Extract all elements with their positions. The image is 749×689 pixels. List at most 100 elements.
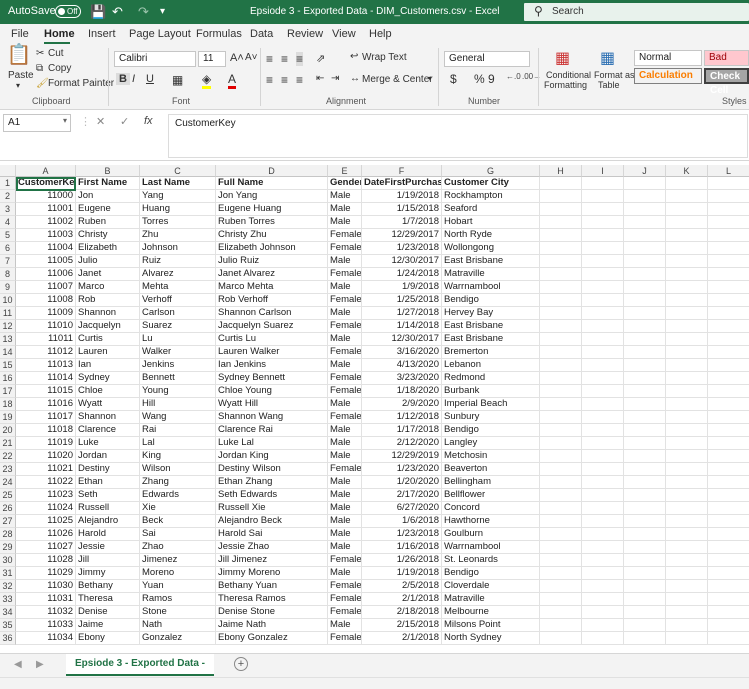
table-cell[interactable]: 11018 <box>16 424 76 437</box>
empty-cell[interactable] <box>708 437 749 450</box>
table-cell[interactable]: 2/1/2018 <box>362 632 442 645</box>
empty-cell[interactable] <box>582 203 624 216</box>
table-cell[interactable]: 12/29/2017 <box>362 229 442 242</box>
table-cell[interactable]: 3/16/2020 <box>362 346 442 359</box>
empty-cell[interactable] <box>666 450 708 463</box>
empty-cell[interactable] <box>708 619 749 632</box>
empty-cell[interactable] <box>540 346 582 359</box>
merge-center-icon[interactable]: ↔ <box>350 73 360 84</box>
table-cell[interactable]: Destiny <box>76 463 140 476</box>
table-cell[interactable]: Jessie Zhao <box>216 541 328 554</box>
empty-cell[interactable] <box>582 229 624 242</box>
empty-cell[interactable] <box>666 359 708 372</box>
table-cell[interactable]: Rob Verhoff <box>216 294 328 307</box>
empty-cell[interactable] <box>540 463 582 476</box>
empty-cell[interactable] <box>582 463 624 476</box>
table-cell[interactable]: Burbank <box>442 385 540 398</box>
table-cell[interactable]: Seth <box>76 489 140 502</box>
table-cell[interactable]: Female <box>328 372 362 385</box>
table-cell[interactable]: Jaime <box>76 619 140 632</box>
table-cell[interactable]: 3/23/2020 <box>362 372 442 385</box>
empty-cell[interactable] <box>624 333 666 346</box>
increase-decimal-icon[interactable]: ←.0 <box>506 72 521 81</box>
undo-icon[interactable]: ↶ <box>112 3 123 20</box>
row-header[interactable]: 1 <box>0 177 16 190</box>
table-cell[interactable]: Luke Lal <box>216 437 328 450</box>
table-cell[interactable]: Torres <box>140 216 216 229</box>
empty-cell[interactable] <box>582 632 624 645</box>
table-cell[interactable]: Seth Edwards <box>216 489 328 502</box>
row-header[interactable]: 2 <box>0 190 16 203</box>
header-cell[interactable]: Last Name <box>140 177 216 190</box>
table-cell[interactable]: 11002 <box>16 216 76 229</box>
table-cell[interactable]: 11005 <box>16 255 76 268</box>
empty-cell[interactable] <box>708 190 749 203</box>
insert-function-button[interactable]: fx <box>144 115 153 127</box>
table-cell[interactable]: Jill <box>76 554 140 567</box>
align-right-icon[interactable]: ≡ <box>296 73 303 87</box>
empty-cell[interactable] <box>582 333 624 346</box>
empty-cell[interactable] <box>624 242 666 255</box>
empty-cell[interactable] <box>582 307 624 320</box>
empty-cell[interactable] <box>666 463 708 476</box>
table-cell[interactable]: Shannon Carlson <box>216 307 328 320</box>
table-cell[interactable]: 11011 <box>16 333 76 346</box>
table-cell[interactable]: Male <box>328 437 362 450</box>
table-cell[interactable]: Female <box>328 268 362 281</box>
empty-cell[interactable] <box>582 580 624 593</box>
column-header[interactable]: F <box>362 165 442 177</box>
table-cell[interactable]: Male <box>328 424 362 437</box>
table-cell[interactable]: Theresa Ramos <box>216 593 328 606</box>
table-cell[interactable]: Hawthorne <box>442 515 540 528</box>
empty-cell[interactable] <box>708 229 749 242</box>
table-cell[interactable]: 11006 <box>16 268 76 281</box>
empty-cell[interactable] <box>540 619 582 632</box>
empty-cell[interactable] <box>624 619 666 632</box>
row-header[interactable]: 28 <box>0 528 16 541</box>
table-cell[interactable]: Destiny Wilson <box>216 463 328 476</box>
table-cell[interactable]: Concord <box>442 502 540 515</box>
empty-cell[interactable] <box>582 619 624 632</box>
table-cell[interactable]: Bethany Yuan <box>216 580 328 593</box>
table-cell[interactable]: 1/17/2018 <box>362 424 442 437</box>
table-cell[interactable]: 11007 <box>16 281 76 294</box>
tab-page-layout[interactable]: Page Layout <box>129 28 191 40</box>
empty-cell[interactable] <box>708 333 749 346</box>
row-header[interactable]: 26 <box>0 502 16 515</box>
empty-cell[interactable] <box>708 632 749 645</box>
table-cell[interactable]: Jordan <box>76 450 140 463</box>
table-cell[interactable]: 11008 <box>16 294 76 307</box>
table-cell[interactable]: Bremerton <box>442 346 540 359</box>
wrap-text-icon[interactable]: ↩ <box>350 51 358 62</box>
table-cell[interactable]: 12/30/2017 <box>362 255 442 268</box>
row-header[interactable]: 14 <box>0 346 16 359</box>
table-cell[interactable]: 11013 <box>16 359 76 372</box>
empty-cell[interactable] <box>540 424 582 437</box>
empty-cell[interactable] <box>666 619 708 632</box>
number-format-select[interactable]: General <box>444 51 530 67</box>
table-cell[interactable]: East Brisbane <box>442 320 540 333</box>
table-cell[interactable]: Hervey Bay <box>442 307 540 320</box>
empty-cell[interactable] <box>624 580 666 593</box>
table-cell[interactable]: Lauren <box>76 346 140 359</box>
table-cell[interactable]: Male <box>328 567 362 580</box>
column-header[interactable]: G <box>442 165 540 177</box>
table-cell[interactable]: Lebanon <box>442 359 540 372</box>
cut-button[interactable]: Cut <box>48 48 64 59</box>
empty-cell[interactable] <box>666 541 708 554</box>
empty-cell[interactable] <box>582 489 624 502</box>
empty-cell[interactable] <box>540 515 582 528</box>
comma-button[interactable]: 9 <box>488 72 495 86</box>
empty-cell[interactable] <box>666 528 708 541</box>
table-cell[interactable]: Wollongong <box>442 242 540 255</box>
empty-cell[interactable] <box>582 372 624 385</box>
table-cell[interactable]: Ian Jenkins <box>216 359 328 372</box>
empty-cell[interactable] <box>540 177 582 190</box>
table-cell[interactable]: Ruiz <box>140 255 216 268</box>
empty-cell[interactable] <box>540 294 582 307</box>
table-cell[interactable]: Ebony <box>76 632 140 645</box>
table-cell[interactable]: 12/29/2019 <box>362 450 442 463</box>
empty-cell[interactable] <box>666 372 708 385</box>
empty-cell[interactable] <box>708 255 749 268</box>
empty-cell[interactable] <box>708 372 749 385</box>
